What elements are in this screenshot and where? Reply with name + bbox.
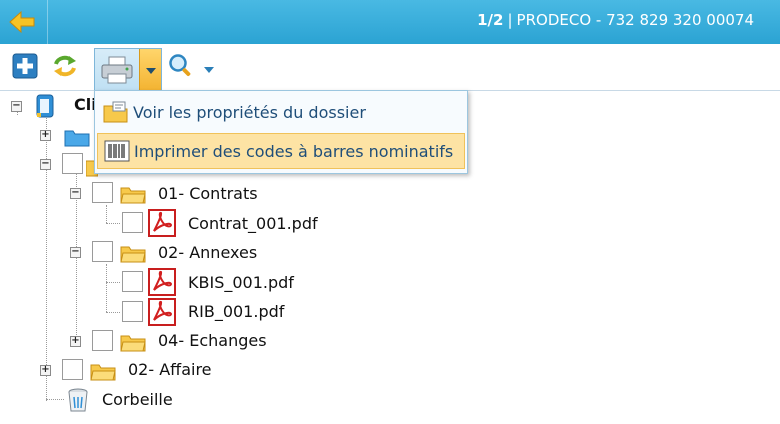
tree-node-label[interactable]: 02- Annexes xyxy=(158,243,257,262)
menu-item-label: Voir les propriétés du dossier xyxy=(133,103,366,122)
checkbox[interactable] xyxy=(92,241,113,262)
chevron-down-icon xyxy=(146,68,156,74)
menu-item-print-barcodes[interactable]: Imprimer des codes à barres nominatifs xyxy=(97,133,465,169)
menu-item-label: Imprimer des codes à barres nominatifs xyxy=(134,142,454,161)
checkbox[interactable] xyxy=(62,153,83,174)
tree-connector xyxy=(106,312,120,313)
tree-node-label[interactable]: 02- Affaire xyxy=(128,360,212,379)
trash-icon xyxy=(68,388,88,412)
checkbox[interactable] xyxy=(62,359,83,380)
folder-icon xyxy=(120,335,146,352)
pdf-file-icon xyxy=(148,298,176,326)
tree-connector xyxy=(106,282,120,283)
refresh-icon xyxy=(54,55,76,77)
record-title: PRODECO - 732 829 320 00074 xyxy=(516,11,754,29)
barcode-icon xyxy=(104,140,130,162)
header-bar: 1/2 | PRODECO - 732 829 320 00074 xyxy=(0,0,780,44)
checkbox[interactable] xyxy=(122,212,143,233)
tree-connector xyxy=(106,205,107,223)
print-dropdown-toggle[interactable] xyxy=(139,49,161,91)
checkbox[interactable] xyxy=(122,271,143,292)
folder-icon xyxy=(120,187,146,204)
tree-connector xyxy=(46,113,47,401)
checkbox[interactable] xyxy=(92,182,113,203)
folder-icon xyxy=(120,246,146,263)
folder-icon xyxy=(64,130,90,147)
tree-node-label[interactable]: 01- Contrats xyxy=(158,184,258,203)
page-indicator: 1/2 xyxy=(477,11,504,29)
collapse-toggle[interactable]: − xyxy=(40,159,51,170)
add-button[interactable] xyxy=(12,53,38,79)
tree-node-label[interactable]: KBIS_001.pdf xyxy=(188,273,294,292)
expand-toggle[interactable]: + xyxy=(70,336,81,347)
plus-icon xyxy=(12,53,38,79)
tree-connector xyxy=(106,264,107,312)
collapse-toggle[interactable]: − xyxy=(11,101,22,112)
magnifier-icon xyxy=(169,54,191,77)
tree-node-label[interactable]: RIB_001.pdf xyxy=(188,302,284,321)
folder-icon xyxy=(90,364,116,381)
printer-icon xyxy=(101,56,133,84)
menu-item-folder-properties[interactable]: Voir les propriétés du dossier xyxy=(97,95,465,131)
back-button[interactable] xyxy=(0,0,48,44)
expand-toggle[interactable]: + xyxy=(40,365,51,376)
back-arrow-icon xyxy=(9,10,35,34)
tree-node-label[interactable]: 04- Echanges xyxy=(158,331,267,350)
folder-properties-icon xyxy=(103,101,128,123)
print-dropdown-menu: Voir les propriétés du dossier Imprimer … xyxy=(94,90,468,174)
expand-toggle[interactable]: + xyxy=(40,130,51,141)
checkbox[interactable] xyxy=(92,330,113,351)
tree-node-label[interactable]: Contrat_001.pdf xyxy=(188,214,318,233)
title-separator: | xyxy=(507,11,513,29)
tree-connector xyxy=(46,399,64,400)
search-button[interactable] xyxy=(168,53,194,79)
refresh-button[interactable] xyxy=(52,53,78,79)
window-title: 1/2 | PRODECO - 732 829 320 00074 xyxy=(477,11,754,29)
search-dropdown-toggle[interactable] xyxy=(204,67,214,73)
pdf-file-icon xyxy=(148,209,176,237)
collapse-toggle[interactable]: − xyxy=(70,247,81,258)
tree-node-label[interactable]: Corbeille xyxy=(102,390,173,409)
checkbox[interactable] xyxy=(122,301,143,322)
collapse-toggle[interactable]: − xyxy=(70,188,81,199)
client-file-icon xyxy=(36,94,54,118)
tree-connector xyxy=(106,223,120,224)
pdf-file-icon xyxy=(148,268,176,296)
print-button[interactable] xyxy=(94,48,162,92)
toolbar xyxy=(0,44,780,92)
